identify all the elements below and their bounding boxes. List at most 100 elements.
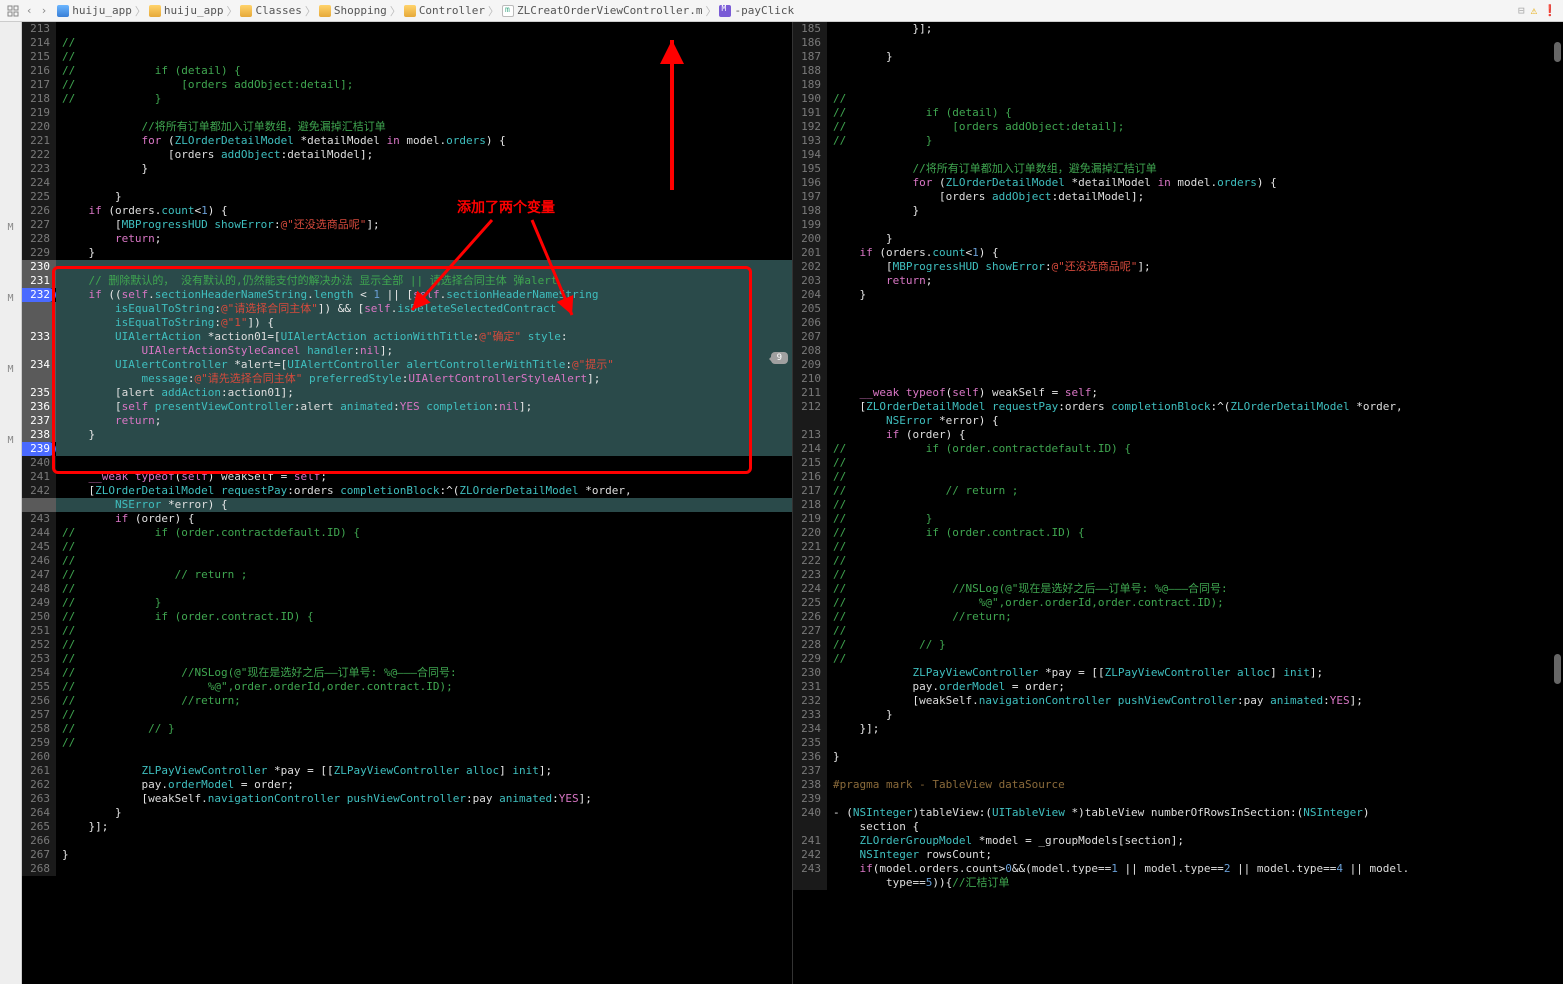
gutter[interactable]: 260 xyxy=(22,750,56,764)
code-text[interactable]: // //return; xyxy=(827,610,1563,624)
code-line[interactable]: 222 [orders addObject:detailModel]; xyxy=(22,148,792,162)
gutter[interactable]: 223 xyxy=(22,162,56,176)
gutter[interactable]: 231 xyxy=(793,680,827,694)
code-line[interactable]: 213 xyxy=(22,22,792,36)
code-line[interactable]: 187 } xyxy=(793,50,1563,64)
gutter[interactable]: 266 xyxy=(22,834,56,848)
code-text[interactable]: // // return ; xyxy=(56,568,792,582)
gutter[interactable]: 256 xyxy=(22,694,56,708)
gutter[interactable]: 218 xyxy=(793,498,827,512)
gutter[interactable]: 232 xyxy=(22,288,56,302)
code-text[interactable]: } xyxy=(827,288,1563,302)
code-line[interactable]: 201 if (orders.count<1) { xyxy=(793,246,1563,260)
code-line[interactable]: 248// xyxy=(22,582,792,596)
gutter[interactable]: 190 xyxy=(793,92,827,106)
code-line[interactable]: 243 if(model.orders.count>0&&(model.type… xyxy=(793,862,1563,876)
code-line[interactable]: 196 for (ZLOrderDetailModel *detailModel… xyxy=(793,176,1563,190)
code-line[interactable]: 247// // return ; xyxy=(22,568,792,582)
gutter[interactable]: 222 xyxy=(793,554,827,568)
code-line[interactable]: 261 ZLPayViewController *pay = [[ZLPayVi… xyxy=(22,764,792,778)
code-text[interactable]: // xyxy=(56,708,792,722)
gutter[interactable]: 234 xyxy=(22,358,56,372)
code-text[interactable] xyxy=(56,22,792,36)
gutter[interactable]: 263 xyxy=(22,792,56,806)
gutter[interactable]: 191 xyxy=(793,106,827,120)
gutter[interactable]: 248 xyxy=(22,582,56,596)
code-text[interactable]: // if (order.contractdefault.ID) { xyxy=(56,526,792,540)
code-line[interactable]: 242 [ZLOrderDetailModel requestPay:order… xyxy=(22,484,792,498)
code-line[interactable]: 227 [MBProgressHUD showError:@"还没选商品呢"]; xyxy=(22,218,792,232)
code-text[interactable]: for (ZLOrderDetailModel *detailModel in … xyxy=(827,176,1563,190)
code-text[interactable]: // xyxy=(56,736,792,750)
code-text[interactable]: // } xyxy=(56,596,792,610)
breadcrumb-item[interactable]: ZLCreatOrderViewController.m xyxy=(502,4,702,17)
gutter[interactable]: 228 xyxy=(22,232,56,246)
code-line[interactable]: 199 xyxy=(793,218,1563,232)
code-text[interactable]: // [orders addObject:detail]; xyxy=(827,120,1563,134)
code-text[interactable]: } xyxy=(827,750,1563,764)
code-text[interactable] xyxy=(56,862,792,876)
gutter[interactable]: 231 xyxy=(22,274,56,288)
code-line[interactable]: 265 }]; xyxy=(22,820,792,834)
gutter[interactable]: 240 xyxy=(793,806,827,820)
gutter[interactable]: 204 xyxy=(793,288,827,302)
code-line[interactable]: 263 [weakSelf.navigationController pushV… xyxy=(22,792,792,806)
code-line[interactable]: 204 } xyxy=(793,288,1563,302)
code-line[interactable]: 255// %@",order.orderId,order.contract.I… xyxy=(22,680,792,694)
code-text[interactable]: // xyxy=(827,540,1563,554)
code-line[interactable]: 218// } xyxy=(22,92,792,106)
code-text[interactable] xyxy=(827,764,1563,778)
code-line[interactable]: 203 return; xyxy=(793,274,1563,288)
code-text[interactable]: type==5)){//汇桔订单 xyxy=(827,876,1563,890)
code-text[interactable]: [MBProgressHUD showError:@"还没选商品呢"]; xyxy=(827,260,1563,274)
code-text[interactable]: // %@",order.orderId,order.contract.ID); xyxy=(56,680,792,694)
gutter[interactable]: 209 xyxy=(793,358,827,372)
code-line[interactable]: 219 xyxy=(22,106,792,120)
code-text[interactable]: } xyxy=(56,806,792,820)
code-line[interactable]: 226// //return; xyxy=(793,610,1563,624)
code-text[interactable]: } xyxy=(56,246,792,260)
code-text[interactable]: // xyxy=(56,36,792,50)
error-icon[interactable]: ❗ xyxy=(1543,4,1557,17)
breadcrumb-item[interactable]: huiju_app xyxy=(57,4,132,17)
code-line[interactable]: 193// } xyxy=(793,134,1563,148)
gutter[interactable]: 240 xyxy=(22,456,56,470)
gutter[interactable]: 257 xyxy=(22,708,56,722)
breadcrumb-item[interactable]: -payClick xyxy=(719,4,794,17)
code-text[interactable]: // xyxy=(827,498,1563,512)
code-text[interactable]: // xyxy=(827,624,1563,638)
gutter[interactable]: 237 xyxy=(22,414,56,428)
code-line[interactable]: 236} xyxy=(793,750,1563,764)
code-text[interactable]: return; xyxy=(56,414,792,428)
code-text[interactable] xyxy=(827,218,1563,232)
code-text[interactable] xyxy=(827,64,1563,78)
code-line[interactable]: 251// xyxy=(22,624,792,638)
code-line[interactable]: 202 [MBProgressHUD showError:@"还没选商品呢"]; xyxy=(793,260,1563,274)
gutter[interactable]: 208 xyxy=(793,344,827,358)
code-line[interactable]: 245// xyxy=(22,540,792,554)
code-text[interactable]: // if (order.contract.ID) { xyxy=(56,610,792,624)
gutter[interactable]: 232 xyxy=(793,694,827,708)
gutter[interactable]: 228 xyxy=(793,638,827,652)
gutter[interactable]: 201 xyxy=(793,246,827,260)
code-line[interactable]: 217// // return ; xyxy=(793,484,1563,498)
code-line[interactable]: 250// if (order.contract.ID) { xyxy=(22,610,792,624)
code-text[interactable]: // xyxy=(56,652,792,666)
code-text[interactable]: // //NSLog(@"现在是选好之后——订单号: %@———合同号: xyxy=(56,666,792,680)
gutter[interactable]: 225 xyxy=(793,596,827,610)
gutter[interactable]: 188 xyxy=(793,64,827,78)
gutter[interactable]: 219 xyxy=(22,106,56,120)
code-line[interactable]: 220 //将所有订单都加入订单数组，避免漏掉汇桔订单 xyxy=(22,120,792,134)
gutter[interactable]: 186 xyxy=(793,36,827,50)
gutter[interactable] xyxy=(22,302,56,316)
code-text[interactable]: }]; xyxy=(56,820,792,834)
code-text[interactable] xyxy=(56,176,792,190)
code-text[interactable]: isEqualToString:@"请选择合同主体"]) && [self.is… xyxy=(56,302,792,316)
code-line[interactable]: NSError *error) { xyxy=(793,414,1563,428)
gutter[interactable]: 259 xyxy=(22,736,56,750)
code-text[interactable]: if (order) { xyxy=(827,428,1563,442)
gutter[interactable]: 215 xyxy=(793,456,827,470)
gutter[interactable]: 221 xyxy=(22,134,56,148)
code-line[interactable]: 224 xyxy=(22,176,792,190)
code-text[interactable]: if ((self.sectionHeaderNameString.length… xyxy=(56,288,792,302)
